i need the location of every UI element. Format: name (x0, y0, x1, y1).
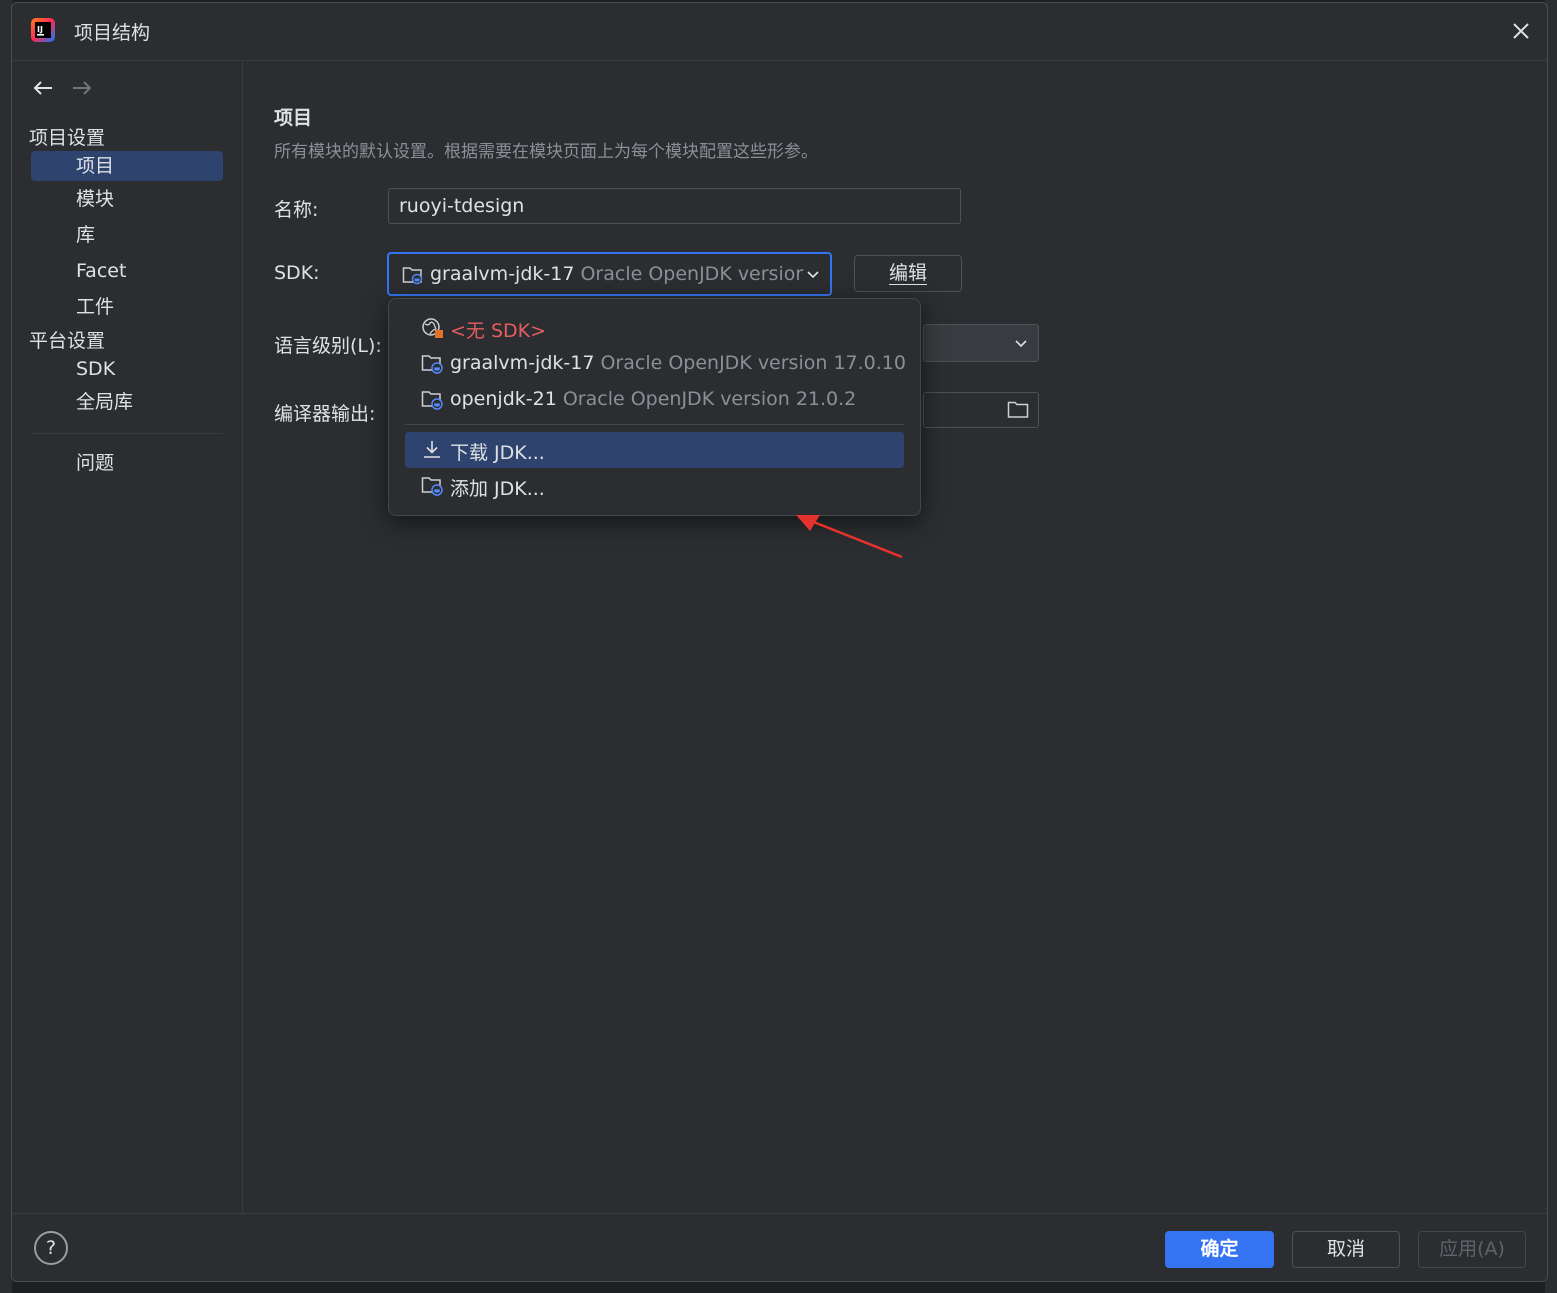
edit-button-label: 编辑 (888, 262, 927, 285)
sidebar-item-project[interactable]: 项目 (31, 151, 223, 181)
jdk-folder-icon (421, 477, 443, 496)
arrow-left-icon[interactable] (32, 79, 54, 97)
jdk-folder-icon (421, 391, 443, 410)
dialog-footer: ? 确定 取消 应用(A) (12, 1213, 1547, 1281)
sidebar-item-artifacts[interactable]: 工件 (31, 292, 223, 322)
compiler-output-input[interactable] (923, 392, 1039, 428)
language-level-label: 语言级别(L): (274, 335, 382, 357)
download-jdk-label: 下载 JDK... (450, 442, 545, 464)
page-description: 所有模块的默认设置。根据需要在模块页面上为每个模块配置这些形参。 (274, 142, 818, 162)
sdk-selected-version: Oracle OpenJDK versior (580, 263, 804, 285)
ok-button[interactable]: 确定 (1165, 1231, 1274, 1268)
name-label: 名称: (274, 199, 319, 221)
language-level-combobox[interactable] (923, 324, 1039, 362)
project-structure-dialog: IJ 项目结构 项目设置 项目 模块 库 Facet 工件 平台设置 SDK 全… (11, 2, 1548, 1282)
sdk-combobox[interactable]: graalvm-jdk-17 Oracle OpenJDK versior (387, 252, 832, 296)
settings-sidebar: 项目设置 项目 模块 库 Facet 工件 平台设置 SDK 全局库 问题 (12, 61, 243, 1213)
sdk-option-name: openjdk-21 (450, 388, 557, 410)
arrow-right-icon[interactable] (71, 79, 93, 97)
sdk-option-openjdk-21[interactable]: openjdk-21 Oracle OpenJDK version 21.0.2 (405, 382, 904, 418)
project-settings-panel: 项目 所有模块的默认设置。根据需要在模块页面上为每个模块配置这些形参。 名称: … (243, 61, 1547, 1213)
cancel-button[interactable]: 取消 (1292, 1231, 1400, 1268)
sdk-option-none-label: <无 SDK> (450, 320, 547, 342)
jdk-folder-icon (421, 355, 443, 374)
folder-browse-icon[interactable] (1007, 400, 1029, 419)
close-icon[interactable] (1509, 19, 1533, 43)
sdk-selected-name: graalvm-jdk-17 (430, 263, 575, 285)
apply-button[interactable]: 应用(A) (1418, 1231, 1526, 1268)
jdk-folder-icon (402, 267, 423, 285)
help-button[interactable]: ? (34, 1231, 68, 1265)
sdk-option-none[interactable]: <无 SDK> (405, 310, 904, 346)
sidebar-item-sdks[interactable]: SDK (31, 354, 223, 384)
edit-sdk-button[interactable]: 编辑 (854, 255, 962, 292)
sdk-option-graalvm-jdk-17[interactable]: graalvm-jdk-17 Oracle OpenJDK version 17… (405, 346, 906, 382)
sidebar-item-modules[interactable]: 模块 (31, 184, 223, 214)
download-icon (424, 441, 440, 458)
sidebar-item-global-libraries[interactable]: 全局库 (31, 387, 223, 417)
page-title: 项目 (274, 107, 313, 129)
sidebar-divider (31, 433, 223, 434)
dialog-titlebar: IJ 项目结构 (12, 3, 1547, 61)
chevron-down-icon (1015, 340, 1027, 348)
intellij-idea-icon: IJ (31, 18, 55, 42)
dropdown-divider (405, 424, 904, 425)
sidebar-item-problems[interactable]: 问题 (31, 448, 223, 478)
sdk-option-version: Oracle OpenJDK version 21.0.2 (562, 388, 857, 410)
sidebar-item-facets[interactable]: Facet (31, 256, 223, 286)
sdk-option-version: Oracle OpenJDK version 17.0.10 (600, 352, 906, 374)
chevron-down-icon (806, 270, 820, 280)
sdk-label: SDK: (274, 262, 320, 284)
svg-text:IJ: IJ (37, 25, 43, 34)
no-sdk-icon (422, 318, 443, 338)
sdk-option-name: graalvm-jdk-17 (450, 352, 595, 374)
sidebar-item-libraries[interactable]: 库 (31, 220, 223, 250)
download-jdk-action[interactable]: 下载 JDK... (405, 432, 904, 468)
project-settings-header: 项目设置 (29, 127, 106, 149)
dialog-title: 项目结构 (74, 22, 151, 44)
add-jdk-action[interactable]: 添加 JDK... (405, 468, 904, 504)
sdk-dropdown-list: <无 SDK> graalvm-jdk-17 Oracle OpenJDK ve… (388, 298, 921, 516)
add-jdk-label: 添加 JDK... (450, 478, 545, 500)
compiler-output-label: 编译器输出: (274, 403, 376, 425)
platform-settings-header: 平台设置 (29, 330, 106, 352)
project-name-input[interactable]: ruoyi-tdesign (388, 188, 961, 224)
